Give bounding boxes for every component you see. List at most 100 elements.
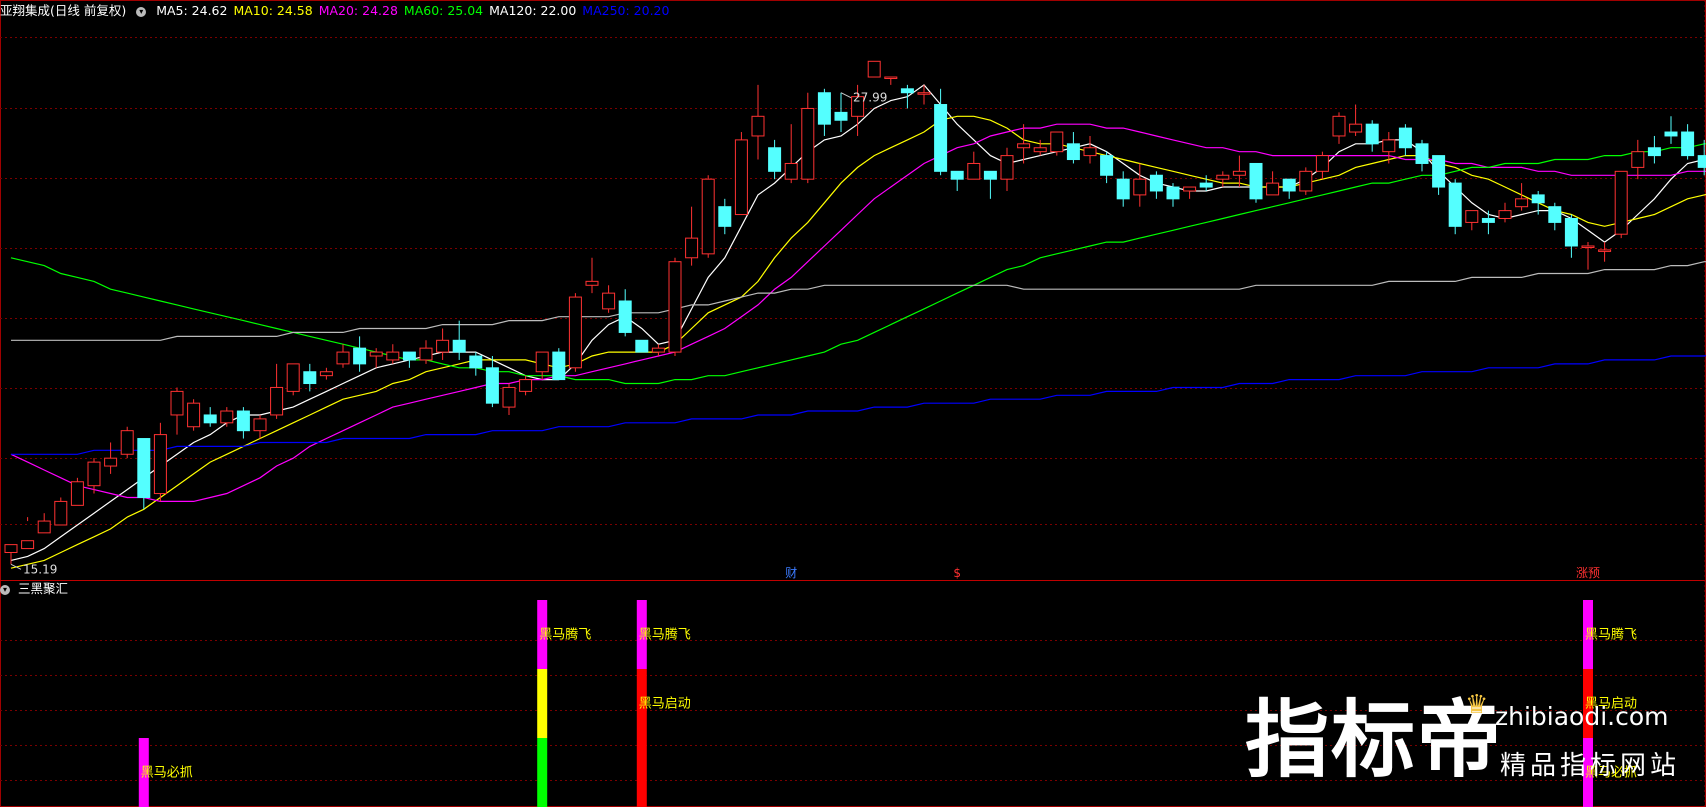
candle-up bbox=[1315, 155, 1329, 172]
event-marker-1: $ bbox=[953, 566, 961, 580]
candle-up bbox=[319, 371, 333, 377]
ma-label-4: MA120: 22.00 bbox=[489, 3, 577, 18]
ma-line-ma250 bbox=[11, 354, 1706, 455]
event-marker-0: 财 bbox=[785, 566, 797, 580]
candle-up bbox=[54, 500, 68, 526]
candle-down bbox=[718, 206, 732, 227]
candle-down bbox=[817, 92, 831, 125]
ma-label-0: MA5: 24.62 bbox=[156, 3, 228, 18]
candle-up bbox=[1033, 147, 1047, 153]
candle-up bbox=[253, 418, 267, 432]
candle-down bbox=[1149, 174, 1163, 192]
candle-down bbox=[1697, 155, 1706, 168]
indicator-collapse-icon[interactable]: ▾ bbox=[0, 584, 10, 595]
candle-up bbox=[585, 280, 599, 286]
candle-up bbox=[1133, 178, 1147, 196]
candle-down bbox=[1564, 217, 1578, 247]
candle-up bbox=[220, 410, 234, 424]
candle-up bbox=[187, 402, 201, 428]
candle-up bbox=[1232, 170, 1246, 176]
candle-up bbox=[1382, 139, 1396, 153]
signal-label-3-0: 黑马腾飞 bbox=[1585, 627, 1637, 643]
ma-legend: MA5: 24.62 MA10: 24.58 MA20: 24.28 MA60: 25… bbox=[156, 3, 675, 18]
candle-up bbox=[170, 390, 184, 416]
candle-up bbox=[1000, 155, 1014, 180]
candle-up bbox=[419, 347, 433, 361]
candle-down bbox=[1066, 143, 1080, 161]
chart-frame bbox=[0, 0, 1706, 807]
ma-label-2: MA20: 24.28 bbox=[318, 3, 398, 18]
candle-up bbox=[4, 544, 18, 553]
candle-up bbox=[602, 292, 616, 310]
candle-up bbox=[734, 139, 748, 216]
candle-up bbox=[70, 481, 84, 506]
candle-up bbox=[967, 162, 981, 180]
candle-down bbox=[1249, 162, 1263, 200]
candle-down bbox=[1282, 178, 1296, 192]
candle-down bbox=[353, 347, 367, 365]
candle-up bbox=[1299, 170, 1313, 192]
candle-up bbox=[1183, 186, 1197, 192]
candle-up bbox=[1349, 123, 1363, 133]
candle-up bbox=[685, 237, 699, 259]
candle-down bbox=[1664, 131, 1678, 137]
candle-up bbox=[1498, 210, 1512, 219]
candle-up bbox=[1598, 249, 1612, 252]
candle-up bbox=[535, 351, 549, 373]
candle-down bbox=[1100, 155, 1114, 176]
candle-up bbox=[1614, 170, 1628, 235]
candle-up bbox=[751, 115, 765, 137]
candle-up bbox=[1017, 143, 1031, 149]
candle-up bbox=[1631, 151, 1645, 168]
ma-line-ma5 bbox=[10, 84, 1706, 561]
candle-up bbox=[120, 430, 134, 455]
candle-down bbox=[1415, 143, 1429, 164]
watermark: 指标帝 ♛ zhibiaodi.com 精品指标网站 bbox=[1245, 690, 1705, 802]
candle-down bbox=[485, 367, 499, 404]
candle-down bbox=[1448, 182, 1462, 227]
candle-down bbox=[635, 339, 649, 353]
candle-up bbox=[153, 434, 167, 495]
candle-up bbox=[87, 461, 101, 487]
candle-down bbox=[552, 351, 566, 381]
candle-up bbox=[502, 386, 516, 408]
ma-label-5: MA250: 20.20 bbox=[582, 3, 670, 18]
candle-down bbox=[1548, 206, 1562, 223]
ma-label-3: MA60: 25.04 bbox=[403, 3, 484, 18]
candle-down bbox=[1365, 123, 1379, 145]
candle-down bbox=[469, 355, 483, 369]
event-marker-2: 涨预 bbox=[1576, 565, 1600, 580]
candle-down bbox=[950, 170, 964, 180]
candle-up bbox=[668, 261, 682, 353]
candle-down bbox=[834, 111, 848, 121]
collapse-icon[interactable]: ▾ bbox=[136, 6, 147, 17]
candle-down bbox=[1531, 194, 1545, 204]
candle-down bbox=[900, 88, 914, 94]
candle-up bbox=[1515, 198, 1529, 208]
ma-label-1: MA10: 24.58 bbox=[233, 3, 313, 18]
candle-down bbox=[983, 170, 997, 180]
candle-down bbox=[1199, 182, 1213, 188]
candle-up bbox=[519, 379, 533, 392]
candle-up bbox=[917, 92, 931, 95]
stock-chart[interactable]: 27.9915.19 财 $ 涨预黑马必抓黑马腾飞 黑马腾飞黑马启动黑马腾飞黑马启动黑马… bbox=[0, 0, 1706, 807]
candle-up bbox=[801, 107, 815, 180]
candle-up bbox=[270, 386, 284, 416]
candle-up bbox=[37, 520, 51, 534]
chart-header: 亚翔集成(日线 前复权) ▾ MA5: 24.62 MA10: 24.58 MA20… bbox=[0, 0, 681, 22]
candle-up bbox=[651, 347, 665, 353]
candle-up bbox=[1581, 245, 1595, 248]
candle-down bbox=[768, 147, 782, 172]
signal-bar-1-1 bbox=[537, 669, 548, 738]
candle-up bbox=[336, 351, 350, 365]
chart-title: 亚翔集成(日线 前复权) bbox=[0, 3, 127, 18]
candle-up bbox=[1332, 115, 1346, 137]
candle-down bbox=[1116, 178, 1130, 200]
candle-down bbox=[618, 300, 632, 333]
candle-down bbox=[203, 414, 217, 424]
candle-up bbox=[369, 351, 383, 357]
candle-down bbox=[1398, 127, 1412, 149]
indicator-title: 三黑聚汇 bbox=[17, 581, 68, 596]
high-price-label: 27.99 bbox=[853, 91, 887, 105]
signal-label-2-1: 黑马启动 bbox=[639, 697, 691, 712]
